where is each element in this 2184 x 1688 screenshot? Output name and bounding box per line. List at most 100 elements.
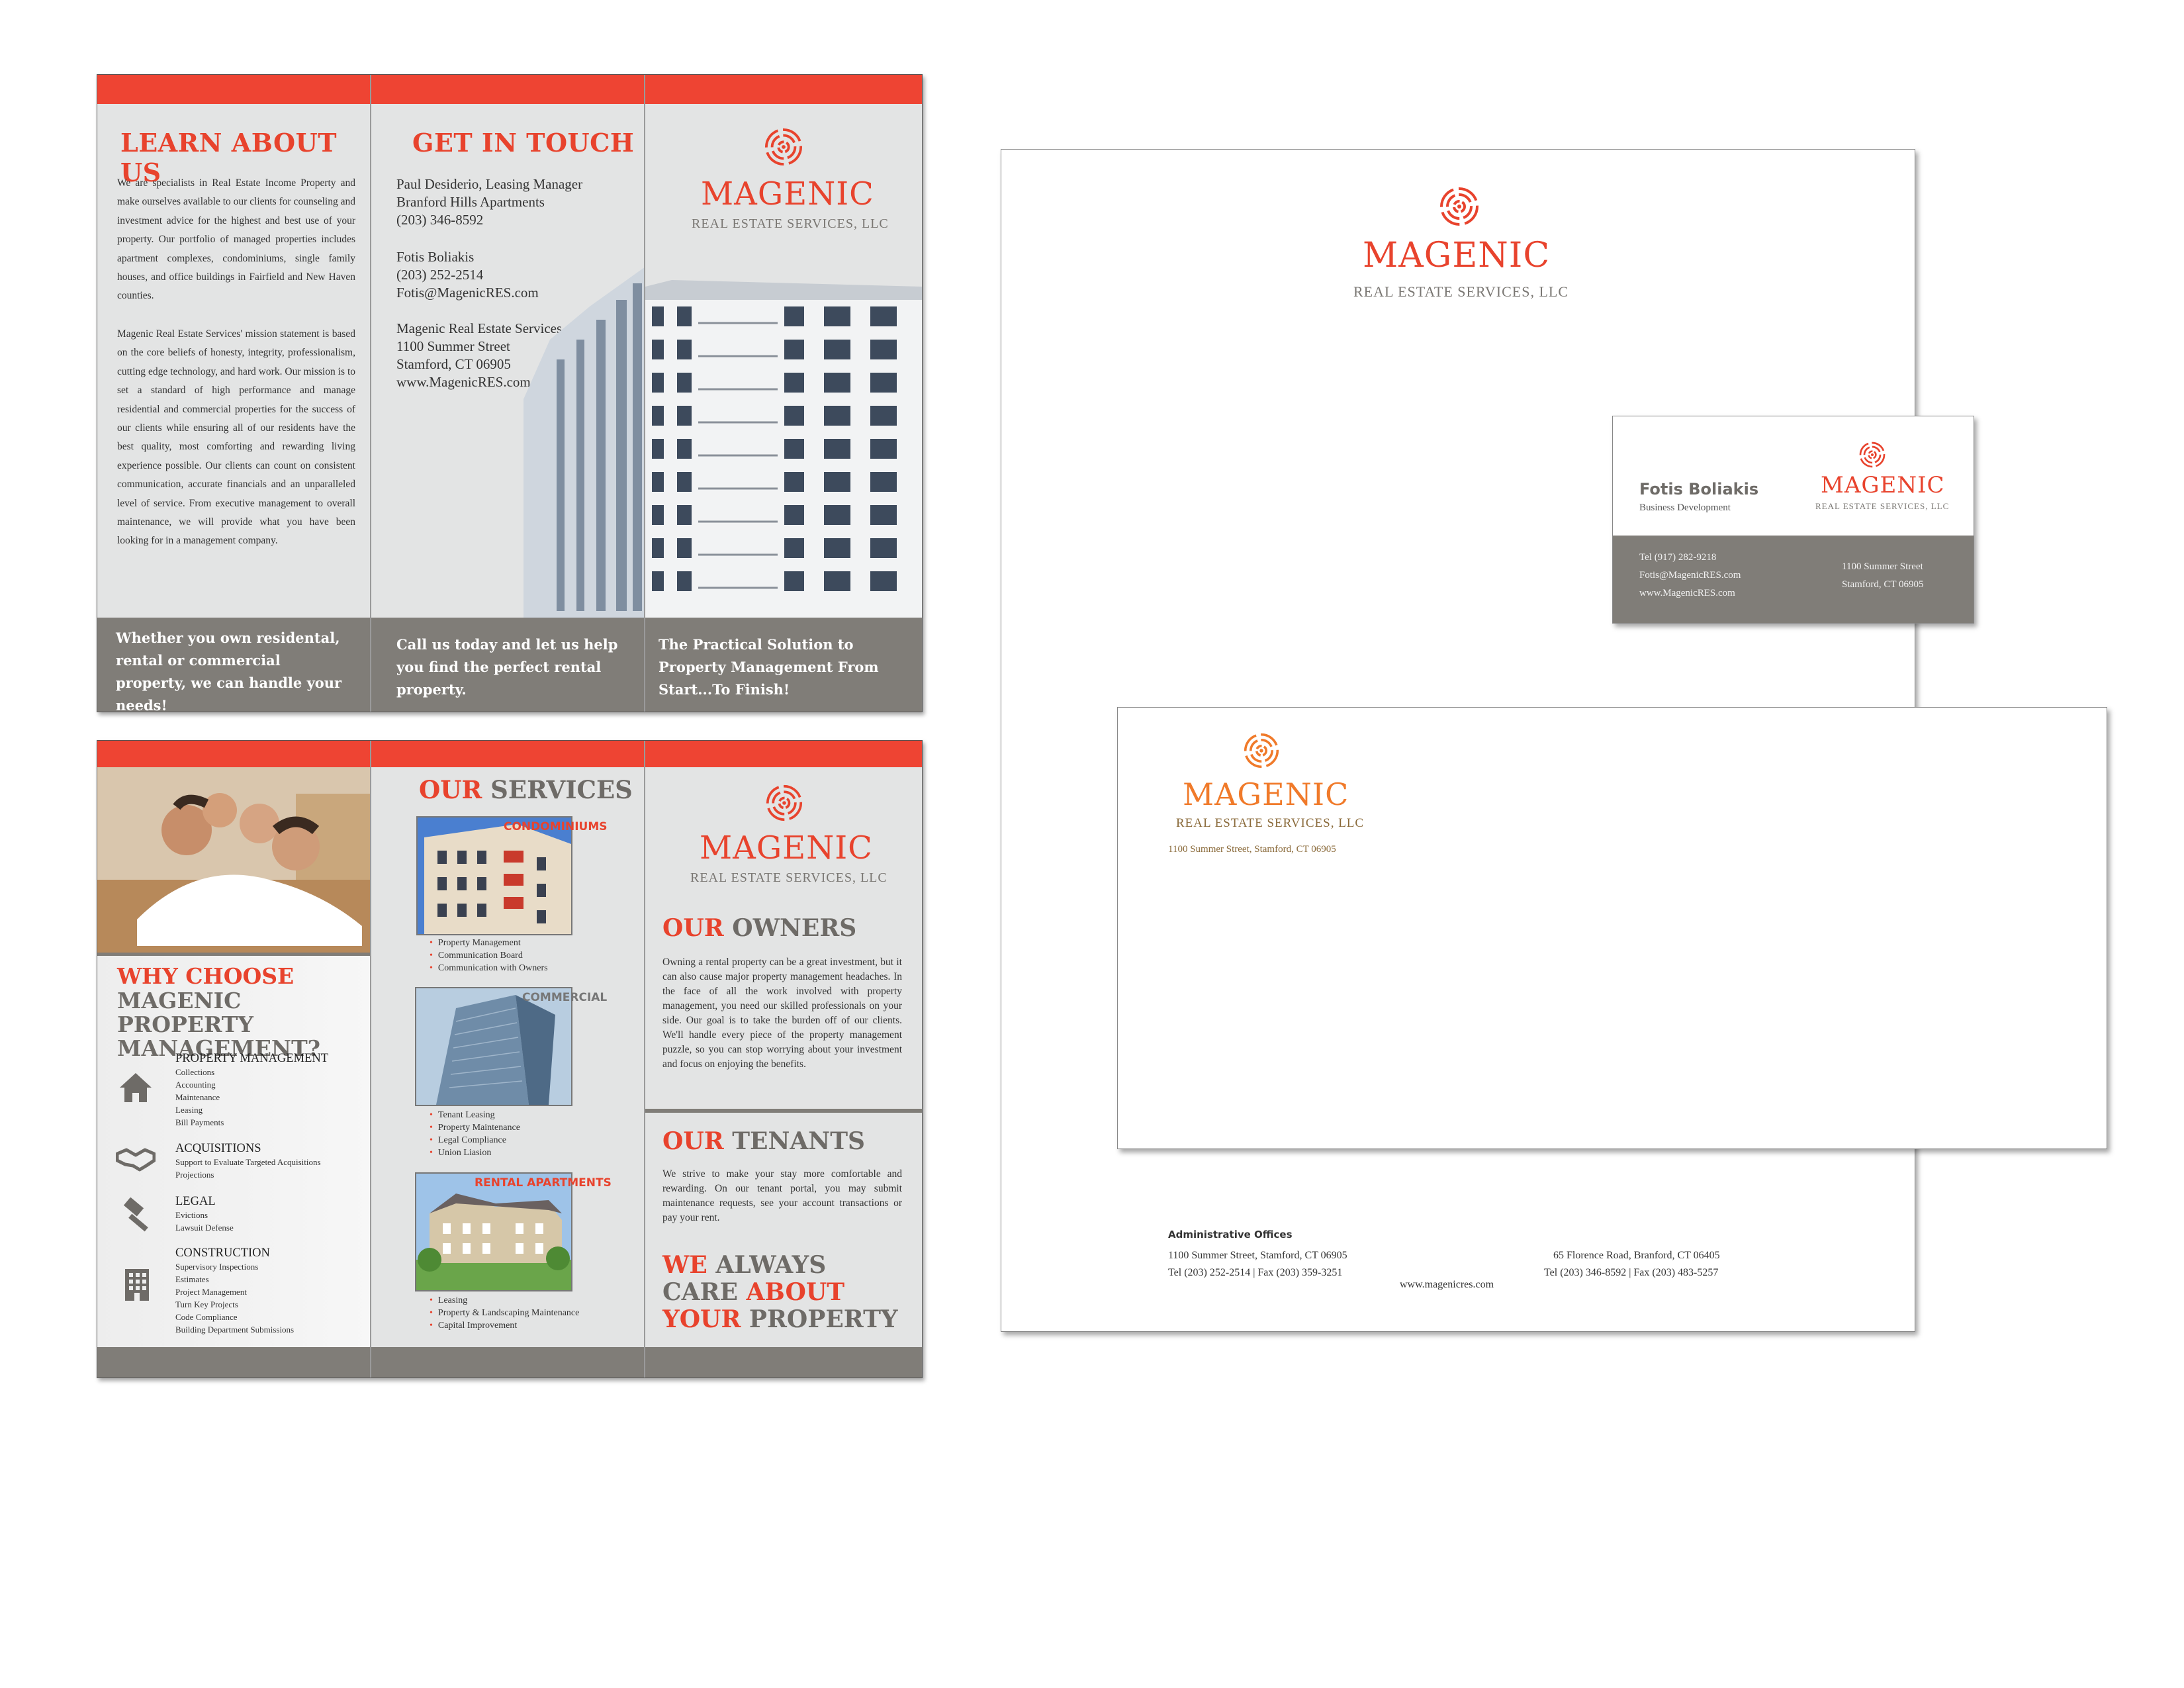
why-item: Project Management xyxy=(175,1287,247,1297)
why-item: Evictions xyxy=(175,1210,208,1220)
contact-line: (203) 346-8592 xyxy=(396,212,484,228)
service-list: Tenant Leasing Property Maintenance Lega… xyxy=(430,1109,520,1159)
learn-paragraph-1: We are specialists in Real Estate Income… xyxy=(117,177,355,302)
condominiums-photo xyxy=(416,816,572,935)
card-address-line: Stamford, CT 06905 xyxy=(1842,579,1924,590)
owners-heading-red: OUR xyxy=(662,914,724,942)
learn-footer-text: Whether you own residental, rental or co… xyxy=(116,630,342,712)
commercial-photo xyxy=(415,987,572,1106)
service-item: Tenant Leasing xyxy=(430,1109,520,1121)
bottom-grey-bar: Whether you own residental, rental or co… xyxy=(97,618,370,712)
building-photo-left xyxy=(523,267,644,618)
why-section-title: ACQUISITIONS xyxy=(175,1142,261,1155)
building-icon xyxy=(125,1269,149,1301)
why-item: Building Department Submissions xyxy=(175,1325,295,1335)
services-heading-grey: SERVICES xyxy=(490,775,633,804)
contact-line: Paul Desiderio, Leasing Manager xyxy=(396,176,583,192)
top-red-bar xyxy=(97,741,370,767)
why-item: Code Compliance xyxy=(175,1312,238,1322)
service-label: COMMERCIAL xyxy=(522,991,608,1004)
service-item: Legal Compliance xyxy=(430,1134,520,1147)
card-address: 1100 Summer Street Stamford, CT 06905 xyxy=(1842,558,1923,594)
owners-heading-grey: OWNERS xyxy=(732,914,857,942)
card-contact: Tel (917) 282-9218 Fotis@MagenicRES.com … xyxy=(1639,549,1741,602)
why-item: Supervisory Inspections xyxy=(175,1262,259,1272)
service-item: Property & Landscaping Maintenance xyxy=(430,1307,579,1319)
gavel-icon xyxy=(123,1197,148,1232)
touch-footer-text: Call us today and let us help you find t… xyxy=(396,636,618,698)
services-heading-red: OUR xyxy=(419,775,482,804)
owners-tenants-panel: MAGENIC REAL ESTATE SERVICES, LLC OUR OW… xyxy=(645,741,922,1378)
top-red-bar xyxy=(97,75,370,104)
cover-panel: MAGENIC REAL ESTATE SERVICES, LLC The Pr… xyxy=(645,75,922,712)
swirl-logo-icon xyxy=(766,784,803,821)
card-address-line: 1100 Summer Street xyxy=(1842,561,1923,572)
bottom-grey-bar: Call us today and let us help you find t… xyxy=(371,618,644,712)
card-email: Fotis@MagenicRES.com xyxy=(1639,570,1741,581)
contact-line: (203) 252-2514 xyxy=(396,267,484,283)
slogan-word: CARE xyxy=(662,1278,738,1306)
slogan-word: YOUR xyxy=(662,1305,741,1333)
tenants-text: We strive to make your stay more comfort… xyxy=(662,1168,902,1223)
owners-heading: OUR OWNERS xyxy=(662,914,856,942)
service-list: Leasing Property & Landscaping Maintenan… xyxy=(430,1294,579,1332)
bottom-grey-bar xyxy=(645,1347,922,1378)
slogan-word: ABOUT xyxy=(746,1278,845,1306)
why-section-title: LEGAL xyxy=(175,1195,216,1208)
bottom-grey-bar xyxy=(371,1347,644,1378)
card-name: Fotis Boliakis xyxy=(1639,480,1759,498)
service-item: Property Maintenance xyxy=(430,1121,520,1134)
why-item: Estimates xyxy=(175,1274,209,1284)
swirl-logo-icon xyxy=(1244,733,1279,769)
why-heading-red: WHY CHOOSE xyxy=(117,963,295,989)
brand-name: MAGENIC xyxy=(1183,776,1349,812)
envelope: MAGENIC REAL ESTATE SERVICES, LLC 1100 S… xyxy=(1117,707,2107,1149)
service-label: CONDOMINIUMS xyxy=(504,820,608,833)
why-section-2: ACQUISITIONS Support to Evaluate Targete… xyxy=(175,1142,321,1181)
right-office-phone: Tel (203) 346-8592 | Fax (203) 483-5257 xyxy=(1544,1267,1719,1278)
get-in-touch-panel: GET IN TOUCH Paul Desiderio, Leasing Man… xyxy=(371,75,645,712)
offices-label: Administrative Offices xyxy=(1168,1229,1293,1241)
top-red-bar xyxy=(371,741,644,767)
brand-name: MAGENIC xyxy=(701,175,874,212)
services-heading: OUR SERVICES xyxy=(419,775,633,804)
family-photo xyxy=(97,767,370,953)
business-card: Fotis Boliakis Business Development MAGE… xyxy=(1612,416,1974,624)
service-item: Capital Improvement xyxy=(430,1319,579,1332)
brand-tagline: REAL ESTATE SERVICES, LLC xyxy=(1815,501,1950,511)
card-phone: Tel (917) 282-9218 xyxy=(1639,552,1717,563)
rental-apartments-photo xyxy=(415,1172,572,1291)
contact-line: Fotis@MagenicRES.com xyxy=(396,285,539,301)
top-red-bar xyxy=(371,75,644,104)
why-item: Support to Evaluate Targeted Acquisition… xyxy=(175,1157,321,1167)
tenants-heading-red: OUR xyxy=(662,1127,724,1155)
why-item: Leasing xyxy=(175,1105,203,1115)
tenants-heading: OUR TENANTS xyxy=(662,1127,865,1155)
brand-name: MAGENIC xyxy=(1821,472,1945,498)
left-office-address: 1100 Summer Street, Stamford, CT 06905 xyxy=(1168,1250,1347,1261)
why-section-3: LEGAL Evictions Lawsuit Defense xyxy=(175,1195,234,1234)
contact-line: Fotis Boliakis xyxy=(396,249,475,265)
why-choose-panel: WHY CHOOSE MAGENIC PROPERTY MANAGEMENT? … xyxy=(97,741,371,1378)
brand-tagline: REAL ESTATE SERVICES, LLC xyxy=(692,216,889,231)
top-red-bar xyxy=(645,741,922,767)
slogan-word: PROPERTY xyxy=(749,1305,898,1333)
service-item: Leasing xyxy=(430,1294,579,1307)
swirl-logo-icon xyxy=(764,128,803,166)
why-section-1: PROPERTY MANAGEMENT Collections Accounti… xyxy=(175,1052,328,1129)
brand-name: MAGENIC xyxy=(1363,236,1551,275)
why-section-title: CONSTRUCTION xyxy=(175,1246,270,1260)
service-item: Property Management xyxy=(430,937,548,949)
top-red-bar xyxy=(645,75,922,104)
brand-tagline: REAL ESTATE SERVICES, LLC xyxy=(690,870,887,885)
return-address: 1100 Summer Street, Stamford, CT 06905 xyxy=(1168,844,1336,855)
handshake-icon xyxy=(116,1148,156,1172)
brand-tagline: REAL ESTATE SERVICES, LLC xyxy=(1353,283,1569,300)
service-item: Union Liasion xyxy=(430,1147,520,1159)
card-website: www.MagenicRES.com xyxy=(1639,588,1735,598)
brochure-inside: WHY CHOOSE MAGENIC PROPERTY MANAGEMENT? … xyxy=(97,740,923,1378)
touch-heading: GET IN TOUCH xyxy=(412,128,635,158)
divider xyxy=(97,953,370,956)
building-photo xyxy=(645,260,922,618)
learn-about-us-panel: LEARN ABOUT US We are specialists in Rea… xyxy=(97,75,371,712)
